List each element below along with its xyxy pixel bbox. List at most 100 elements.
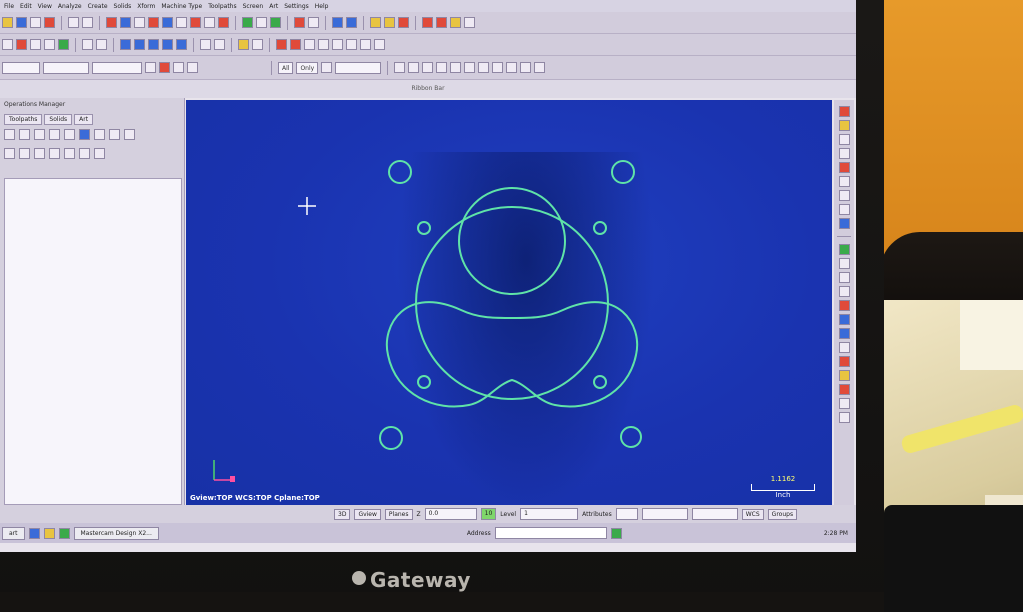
edit-icon[interactable]	[398, 17, 409, 28]
person-icon[interactable]	[374, 39, 385, 50]
toggle-3d-button[interactable]: 3D	[334, 508, 351, 520]
menu-analyze[interactable]: Analyze	[58, 3, 82, 10]
wand-icon[interactable]	[252, 39, 263, 50]
select-all-ops-icon[interactable]	[4, 129, 15, 140]
misc-2-icon[interactable]	[838, 412, 850, 423]
tab-art[interactable]: Art	[74, 114, 94, 125]
construction-plane-combo[interactable]	[2, 61, 40, 74]
menu-machine-type[interactable]: Machine Type	[161, 3, 202, 10]
paint-icon[interactable]	[384, 17, 395, 28]
menu-create[interactable]: Create	[88, 3, 108, 10]
go-icon[interactable]	[610, 527, 622, 539]
alert-icon[interactable]	[159, 62, 170, 73]
drawing-canvas[interactable]	[186, 100, 832, 505]
layer-icon[interactable]	[838, 370, 850, 381]
menu-edit[interactable]: Edit	[20, 3, 32, 10]
view-iso-icon[interactable]	[204, 17, 215, 28]
drill-icon[interactable]	[304, 39, 315, 50]
menu-solids[interactable]: Solids	[114, 3, 132, 10]
diamond-icon[interactable]	[838, 218, 850, 229]
quicklaunch-app-icon[interactable]	[58, 527, 70, 539]
scroll-icon[interactable]	[94, 148, 105, 159]
select-icon[interactable]	[96, 39, 107, 50]
pen-icon[interactable]	[838, 120, 850, 131]
globe-icon[interactable]	[346, 17, 357, 28]
regenerate-icon[interactable]	[34, 129, 45, 140]
z-depth-field[interactable]: 0.0	[424, 508, 477, 520]
view-top-icon[interactable]	[162, 17, 173, 28]
pocket-icon[interactable]	[332, 39, 343, 50]
analyze-icon[interactable]	[332, 17, 343, 28]
point-icon[interactable]	[82, 39, 93, 50]
gview-button[interactable]: Gview	[354, 508, 381, 520]
taskbar-mastercam[interactable]: Mastercam Design X2...	[73, 526, 159, 540]
backplot-ops-icon[interactable]	[64, 129, 75, 140]
help-icon[interactable]	[534, 62, 546, 73]
shape-1-icon[interactable]	[436, 62, 448, 73]
select-invalid-ops-icon[interactable]	[19, 129, 30, 140]
spline-icon[interactable]	[44, 39, 55, 50]
arrow-tool-icon[interactable]	[838, 148, 850, 159]
quicklaunch-ie-icon[interactable]	[28, 527, 40, 539]
mask-icon[interactable]	[173, 62, 184, 73]
tri-icon[interactable]	[838, 134, 850, 145]
quicklaunch-folder-icon[interactable]	[43, 527, 55, 539]
window-select-icon[interactable]	[394, 62, 406, 73]
bend-icon[interactable]	[838, 176, 850, 187]
move-down-icon[interactable]	[49, 148, 60, 159]
offset-icon[interactable]	[176, 39, 187, 50]
lock-icon[interactable]	[4, 148, 15, 159]
scale-icon[interactable]	[162, 39, 173, 50]
backplot-icon[interactable]	[436, 17, 447, 28]
select-only-button[interactable]: Only	[296, 61, 319, 74]
fit-icon[interactable]	[134, 17, 145, 28]
rotate-icon[interactable]	[134, 39, 145, 50]
repaint-icon[interactable]	[148, 17, 159, 28]
view-front-icon[interactable]	[176, 17, 187, 28]
line-style-combo[interactable]	[641, 508, 688, 520]
cross-icon[interactable]	[838, 244, 850, 255]
check-icon[interactable]	[506, 62, 518, 73]
tool-plane-combo[interactable]	[43, 61, 89, 74]
cancel-icon[interactable]	[520, 62, 532, 73]
open-icon[interactable]	[2, 17, 13, 28]
curve-tool-icon[interactable]	[838, 286, 850, 297]
grid-icon[interactable]	[276, 39, 287, 50]
z-depth-combo[interactable]	[335, 61, 382, 74]
entity-select-icon[interactable]	[422, 62, 434, 73]
regenerate-dirty-icon[interactable]	[49, 129, 60, 140]
move-up-icon[interactable]	[64, 148, 75, 159]
solid-box-icon[interactable]	[242, 17, 253, 28]
ops-help-icon[interactable]	[124, 129, 135, 140]
target-icon[interactable]	[838, 328, 850, 339]
toggle-display-icon[interactable]	[19, 148, 30, 159]
menu-xform[interactable]: Xform	[137, 3, 155, 10]
delete-icon[interactable]	[106, 17, 117, 28]
shape-4-icon[interactable]	[478, 62, 490, 73]
sketch-icon[interactable]	[838, 106, 850, 117]
shade-icon[interactable]	[218, 17, 229, 28]
misc-icon[interactable]	[838, 398, 850, 409]
solid-sphere-icon[interactable]	[270, 17, 281, 28]
view-side-icon[interactable]	[190, 17, 201, 28]
engrave-icon[interactable]	[360, 39, 371, 50]
color-field[interactable]: 10	[480, 508, 497, 520]
chain-icon[interactable]	[321, 62, 333, 73]
snap-icon[interactable]	[145, 62, 156, 73]
shape-2-icon[interactable]	[450, 62, 462, 73]
circle-tool-icon[interactable]	[838, 272, 850, 283]
highfeed-icon[interactable]	[109, 129, 120, 140]
trim-icon[interactable]	[58, 39, 69, 50]
post-icon[interactable]	[464, 17, 475, 28]
view-combo[interactable]	[92, 61, 142, 74]
face-icon[interactable]	[346, 39, 357, 50]
solid-cylinder-icon[interactable]	[256, 17, 267, 28]
line-icon[interactable]	[2, 39, 13, 50]
stack-icon[interactable]	[838, 384, 850, 395]
address-field[interactable]	[494, 527, 607, 539]
mirror-icon[interactable]	[148, 39, 159, 50]
toggle-post-icon[interactable]	[34, 148, 45, 159]
translate-icon[interactable]	[120, 39, 131, 50]
shape-3-icon[interactable]	[464, 62, 476, 73]
verify-ops-icon[interactable]	[79, 129, 90, 140]
